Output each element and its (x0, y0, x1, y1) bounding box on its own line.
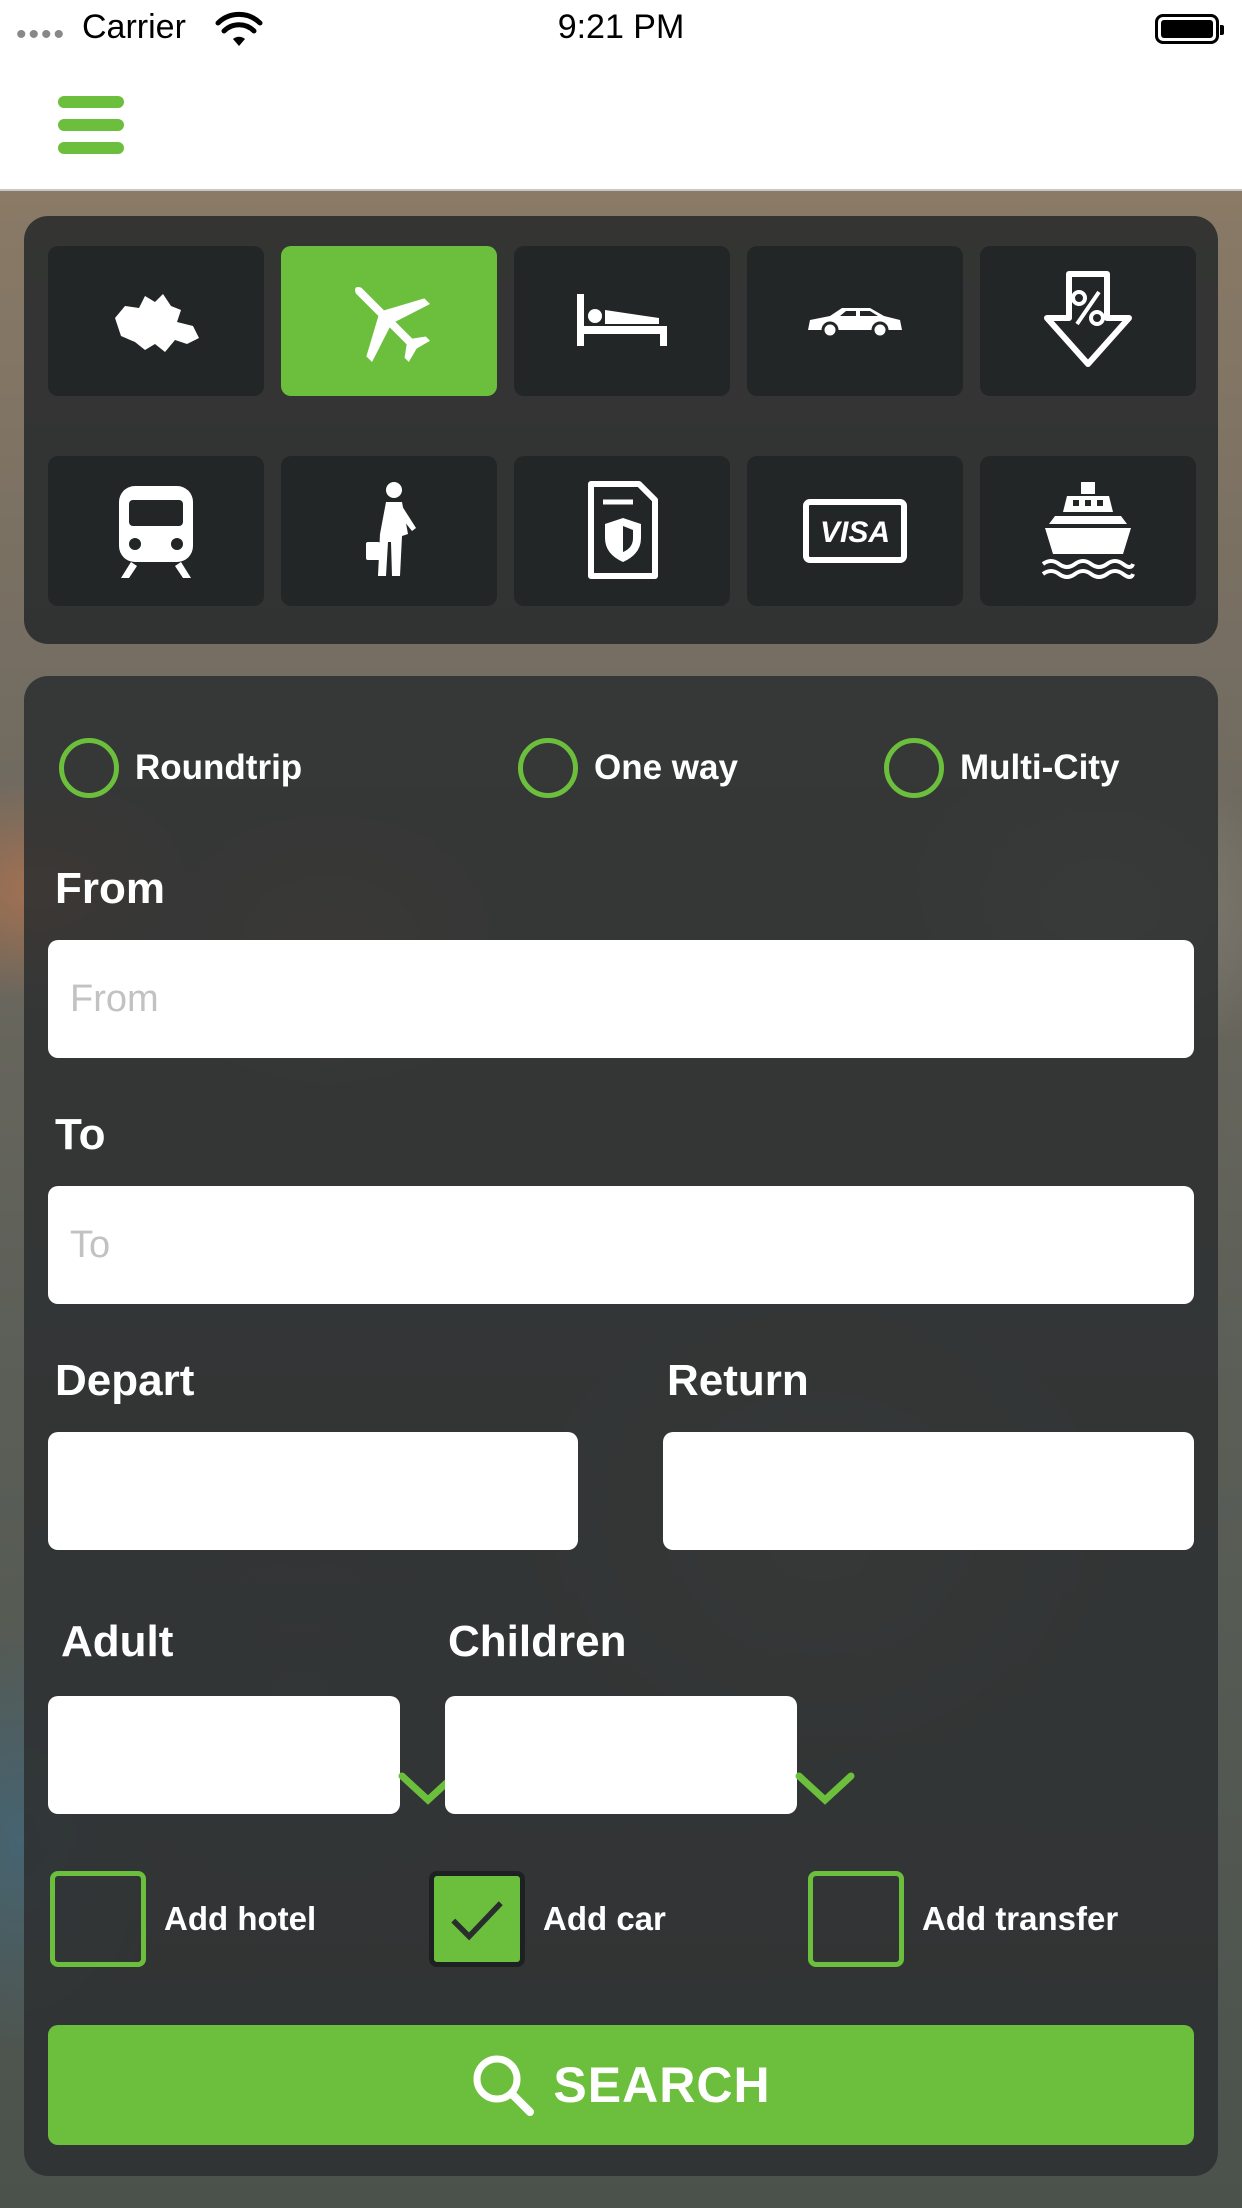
train-icon (119, 486, 193, 578)
add-transfer-checkbox[interactable]: Add transfer (808, 1871, 1118, 1967)
status-time: 9:21 PM (557, 8, 685, 46)
from-input[interactable] (48, 940, 1194, 1058)
azerbaijan-map-icon (115, 294, 199, 352)
depart-label: Depart (55, 1356, 195, 1405)
bed-icon (577, 294, 667, 346)
service-deals-button[interactable] (980, 246, 1196, 396)
airplane-icon (355, 287, 431, 363)
trip-type-label: Multi-City (960, 748, 1120, 787)
search-button[interactable]: SEARCH (48, 2025, 1194, 2145)
visa-icon: VISA (803, 499, 907, 563)
service-tours-button[interactable] (48, 246, 264, 396)
adult-select[interactable] (48, 1696, 400, 1814)
chevron-down-icon[interactable] (793, 1768, 857, 1808)
service-hotels-button[interactable] (514, 246, 730, 396)
adult-label: Adult (61, 1617, 174, 1666)
children-select[interactable] (445, 1696, 797, 1814)
status-bar: •••• Carrier 9:21 PM (0, 0, 1242, 60)
service-visa-button[interactable]: VISA (747, 456, 963, 606)
to-input[interactable] (48, 1186, 1194, 1304)
service-transfer-button[interactable] (281, 456, 497, 606)
return-date-field[interactable] (663, 1432, 1194, 1550)
add-hotel-label: Add hotel (164, 1900, 317, 1937)
add-car-checkbox[interactable]: Add car (429, 1871, 666, 1967)
checkbox-icon (50, 1871, 146, 1967)
checkmark-icon (429, 1871, 525, 1967)
radio-icon (884, 738, 944, 798)
search-button-label: SEARCH (553, 2057, 771, 2113)
service-trains-button[interactable] (48, 456, 264, 606)
radio-icon (518, 738, 578, 798)
service-cruises-button[interactable] (980, 456, 1196, 606)
battery-icon (1155, 14, 1224, 44)
visa-text: VISA (820, 516, 890, 549)
insurance-icon (588, 481, 658, 579)
nav-bar (0, 60, 1242, 191)
traveler-icon (366, 482, 416, 576)
service-flights-button[interactable] (281, 246, 497, 396)
services-panel: VISA (24, 216, 1218, 644)
ship-icon (1041, 482, 1135, 579)
to-label: To (55, 1110, 106, 1159)
from-label: From (55, 864, 165, 913)
car-icon (808, 308, 902, 339)
search-icon (473, 2055, 535, 2116)
trip-type-label: One way (594, 748, 738, 787)
radio-icon (59, 738, 119, 798)
depart-date-field[interactable] (48, 1432, 578, 1550)
add-hotel-checkbox[interactable]: Add hotel (50, 1871, 316, 1967)
discount-icon (1044, 271, 1132, 367)
trip-type-label: Roundtrip (135, 748, 303, 787)
children-label: Children (448, 1617, 627, 1666)
add-transfer-label: Add transfer (922, 1900, 1119, 1937)
menu-icon[interactable] (58, 96, 124, 154)
service-cars-button[interactable] (747, 246, 963, 396)
return-label: Return (667, 1356, 809, 1405)
trip-type-multi-city[interactable]: Multi-City (884, 738, 1119, 798)
service-insurance-button[interactable] (514, 456, 730, 606)
add-car-label: Add car (543, 1900, 666, 1937)
trip-type-roundtrip[interactable]: Roundtrip (59, 738, 302, 798)
checkbox-icon (808, 1871, 904, 1967)
trip-type-one-way[interactable]: One way (518, 738, 738, 798)
